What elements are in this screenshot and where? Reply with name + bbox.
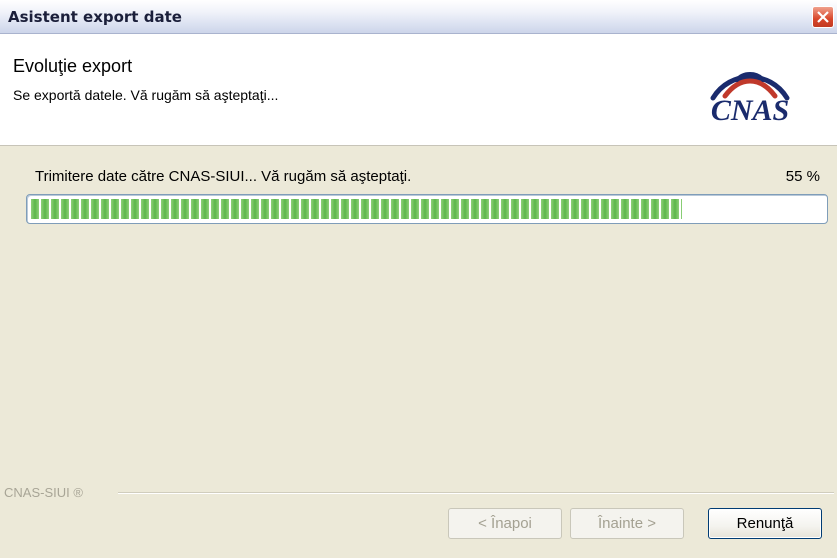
close-button[interactable] <box>812 6 834 28</box>
progress-label: Trimitere date către CNAS-SIUI... Vă rug… <box>35 168 412 185</box>
progress-bar <box>26 194 828 224</box>
footer-brand: CNAS-SIUI ® <box>4 485 83 500</box>
cancel-button[interactable]: Renunţă <box>708 508 822 539</box>
wizard-header: Evoluţie export Se exportă datele. Vă ru… <box>0 34 837 146</box>
page-title: Evoluţie export <box>13 56 133 76</box>
svg-text:CNAS: CNAS <box>711 94 789 126</box>
footer-divider <box>118 492 834 494</box>
next-button[interactable]: Înainte > <box>570 508 684 539</box>
progress-bar-fill <box>31 199 682 219</box>
back-button[interactable]: < Înapoi <box>448 508 562 539</box>
cnas-logo: CNAS <box>710 72 790 126</box>
progress-percent: 55 % <box>785 168 820 185</box>
window-title: Asistent export date <box>8 8 182 26</box>
close-icon <box>817 11 829 23</box>
page-subtitle: Se exportă datele. Vă rugăm să aşteptaţi… <box>13 87 279 103</box>
title-bar: Asistent export date <box>0 0 837 34</box>
